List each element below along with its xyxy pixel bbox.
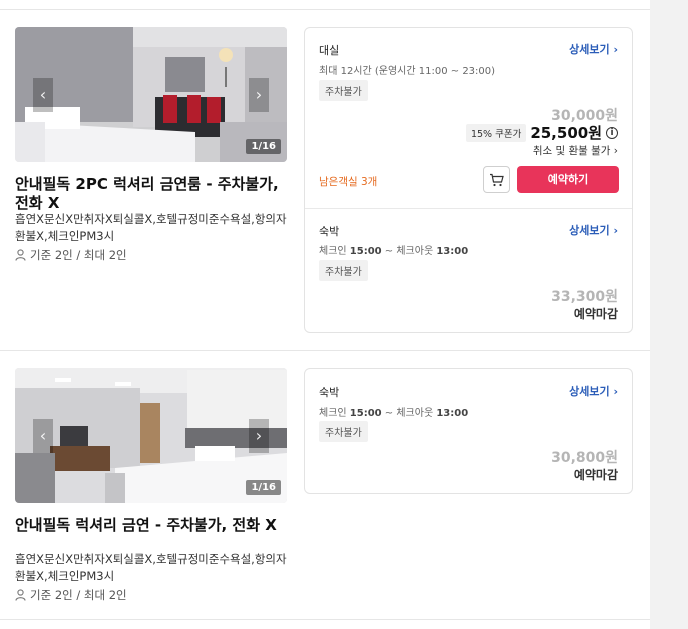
person-icon <box>15 589 26 601</box>
option-daysuse: 대실 상세보기 › 최대 12시간 (운영시간 11:00 ~ 23:00) 주… <box>305 28 632 208</box>
room-card-1: ‹ › 1/16 안내필독 2PC 럭셔리 금연룸 - 주차불가, 전화 X 흡… <box>0 0 650 350</box>
photo-counter: 1/16 <box>246 480 281 495</box>
cart-icon <box>490 173 504 186</box>
room-title[interactable]: 안내필독 럭셔리 금연 - 주차불가, 전화 X <box>15 516 290 535</box>
option-overnight: 숙박 상세보기 › 체크인 15:00 ~ 체크아웃 13:00 주차불가 30… <box>305 369 632 493</box>
checkin-checkout-time: 체크인 15:00 ~ 체크아웃 13:00 <box>319 408 469 419</box>
original-price: 33,300원 <box>551 289 618 305</box>
room-description: 흡연X문신X만취자X퇴실콜X,호텔규정미준수욕설,항의자환불X,체크인PM3시 <box>15 212 287 243</box>
bottom-divider <box>0 619 650 620</box>
room-description: 흡연X문신X만취자X퇴실콜X,호텔규정미준수욕설,항의자환불X,체크인PM3시 <box>15 552 287 583</box>
sold-out-label: 예약마감 <box>573 468 618 482</box>
right-gutter <box>650 0 688 629</box>
cart-button[interactable] <box>483 166 510 193</box>
info-icon[interactable]: i <box>606 126 618 139</box>
room-photo[interactable]: ‹ › 1/16 <box>15 27 287 162</box>
room-card-2: ‹ › 1/16 안내필독 럭셔리 금연 - 주차불가, 전화 X 흡연X문신X… <box>0 350 650 629</box>
detail-link[interactable]: 상세보기 › <box>569 383 618 399</box>
detail-link[interactable]: 상세보기 › <box>569 222 618 238</box>
room-capacity: 기준 2인 / 최대 2인 <box>15 587 127 603</box>
option-type-label: 대실 <box>319 44 340 57</box>
sale-price: 25,500원 <box>530 124 602 142</box>
reserve-button[interactable]: 예약하기 <box>517 166 619 193</box>
original-price: 30,800원 <box>551 450 618 466</box>
capacity-text: 기준 2인 / 최대 2인 <box>30 588 127 602</box>
sold-out-label: 예약마감 <box>573 307 618 321</box>
photo-next-button[interactable]: › <box>249 77 269 112</box>
option-type-label: 숙박 <box>319 386 340 399</box>
parking-tag: 주차불가 <box>319 421 368 442</box>
detail-link[interactable]: 상세보기 › <box>569 41 618 57</box>
photo-counter: 1/16 <box>246 139 281 154</box>
checkin-checkout-time: 체크인 15:00 ~ 체크아웃 13:00 <box>319 246 469 257</box>
capacity-text: 기준 2인 / 최대 2인 <box>30 248 127 262</box>
option-type-label: 숙박 <box>319 225 340 238</box>
remaining-rooms: 남은객실 3개 <box>319 176 378 188</box>
room-capacity: 기준 2인 / 최대 2인 <box>15 247 127 263</box>
usage-time: 최대 12시간 (운영시간 11:00 ~ 23:00) <box>319 66 496 77</box>
price-card: 숙박 상세보기 › 체크인 15:00 ~ 체크아웃 13:00 주차불가 30… <box>304 368 633 494</box>
parking-tag: 주차불가 <box>319 260 368 281</box>
room-photo[interactable]: ‹ › 1/16 <box>15 368 287 503</box>
option-overnight: 숙박 상세보기 › 체크인 15:00 ~ 체크아웃 13:00 주차불가 33… <box>305 208 632 333</box>
person-icon <box>15 249 26 261</box>
price-card: 대실 상세보기 › 최대 12시간 (운영시간 11:00 ~ 23:00) 주… <box>304 27 633 333</box>
room-title[interactable]: 안내필독 2PC 럭셔리 금연룸 - 주차불가, 전화 X <box>15 175 290 213</box>
photo-prev-button[interactable]: ‹ <box>33 77 53 112</box>
cancel-policy-link[interactable]: 취소 및 환불 불가 › <box>533 143 618 158</box>
parking-tag: 주차불가 <box>319 80 368 101</box>
photo-next-button[interactable]: › <box>249 418 269 453</box>
coupon-price-row: 15% 쿠폰가 25,500원 i <box>465 122 618 143</box>
coupon-badge: 15% 쿠폰가 <box>465 123 527 142</box>
photo-prev-button[interactable]: ‹ <box>33 418 53 453</box>
